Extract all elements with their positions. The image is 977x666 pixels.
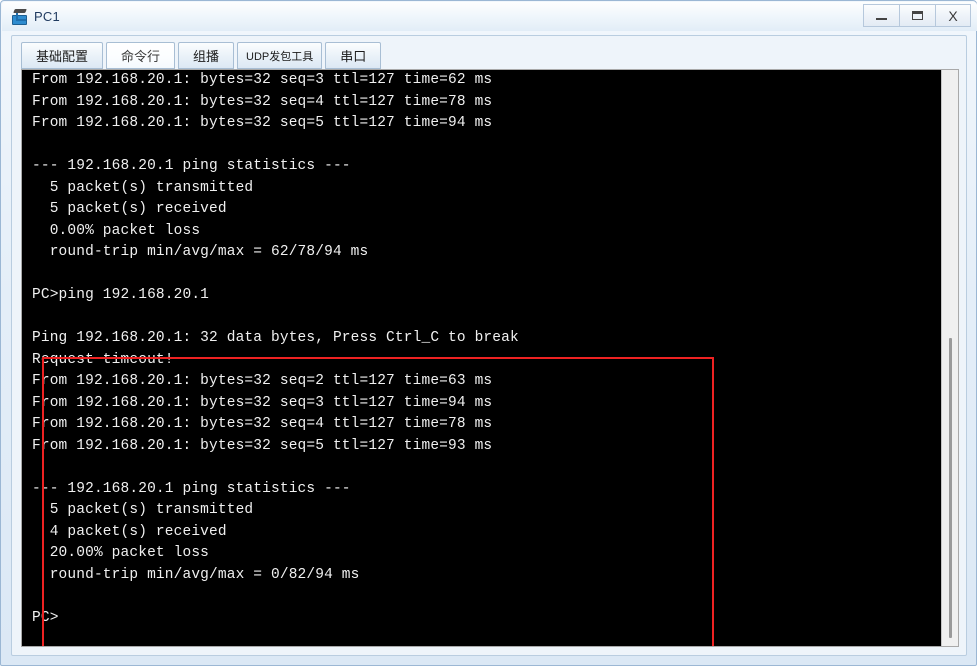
window-titlebar: PC1 X [2,2,977,31]
terminal-line: 0.00% packet loss [32,222,201,239]
terminal-scrollbar[interactable] [941,70,958,646]
terminal-line: Ping 192.168.20.1: 32 data bytes, Press … [32,330,519,346]
tab-label: 串口 [340,49,367,64]
terminal-line: From 192.168.20.1: bytes=32 seq=3 ttl=12… [32,394,493,411]
terminal-line: From 192.168.20.1: bytes=32 seq=5 ttl=12… [32,437,493,454]
terminal-line: From 192.168.20.1: bytes=32 seq=3 ttl=12… [32,72,493,88]
terminal-line: Request timeout! [32,351,174,368]
terminal-line: --- 192.168.20.1 ping statistics --- [32,480,351,497]
maximize-button[interactable] [899,4,935,27]
content-panel: 基础配置 命令行 组播 UDP发包工具 串口 From 192.168.20.1… [11,35,967,656]
tab-command-line[interactable]: 命令行 [106,42,176,69]
pc1-window: PC1 X 基础配置 命令行 组播 UDP发包工具 串口 From 192.16… [0,0,977,666]
terminal-line: 5 packet(s) received [32,201,227,217]
terminal-line: round-trip min/avg/max = 0/82/94 ms [32,566,360,583]
window-controls: X [863,4,971,27]
scrollbar-thumb[interactable] [949,338,952,638]
tab-label: 命令行 [121,49,161,64]
tab-basic-config[interactable]: 基础配置 [21,42,104,69]
window-title: PC1 [34,9,60,24]
tab-bar: 基础配置 命令行 组播 UDP发包工具 串口 [21,42,384,69]
terminal-line: From 192.168.20.1: bytes=32 seq=5 ttl=12… [32,115,493,131]
terminal-container[interactable]: From 192.168.20.1: bytes=32 seq=3 ttl=12… [21,69,959,647]
terminal-output[interactable]: From 192.168.20.1: bytes=32 seq=3 ttl=12… [22,70,942,646]
close-button[interactable]: X [935,4,971,27]
terminal-line: 20.00% packet loss [32,545,210,561]
minimize-icon [876,18,887,20]
terminal-line: 4 packet(s) received [32,523,227,540]
maximize-icon [912,11,923,20]
close-icon: X [948,7,958,24]
terminal-line: 5 packet(s) transmitted [32,502,254,518]
tab-udp-tool[interactable]: UDP发包工具 [237,42,323,69]
terminal-line: From 192.168.20.1: bytes=32 seq=2 ttl=12… [32,373,493,389]
terminal-line: round-trip min/avg/max = 62/78/94 ms [32,244,369,260]
minimize-button[interactable] [863,4,899,27]
terminal-line: From 192.168.20.1: bytes=32 seq=4 ttl=12… [32,93,493,110]
terminal-line: From 192.168.20.1: bytes=32 seq=4 ttl=12… [32,416,493,432]
tab-serial-port[interactable]: 串口 [325,42,382,69]
pc-device-icon [11,8,29,26]
tab-multicast[interactable]: 组播 [178,42,235,69]
tab-label: 基础配置 [36,49,89,64]
terminal-line: PC>ping 192.168.20.1 [32,287,210,303]
tab-label: UDP发包工具 [246,50,314,63]
tab-label: 组播 [193,49,220,64]
terminal-line: 5 packet(s) transmitted [32,179,254,196]
terminal-line: PC> [32,609,59,626]
terminal-line: --- 192.168.20.1 ping statistics --- [32,158,351,174]
